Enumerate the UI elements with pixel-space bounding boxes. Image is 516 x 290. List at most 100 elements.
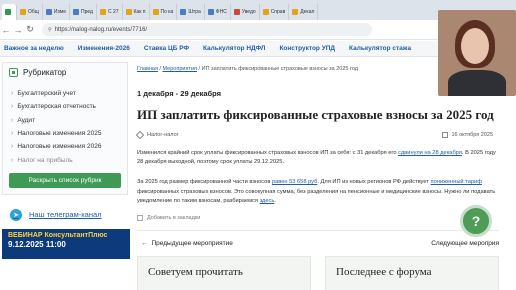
amount-link[interactable]: равен 53 658 руб [272, 179, 317, 185]
publish-date: 16 октября 2025 [442, 132, 493, 138]
chevron-right-icon: › [11, 116, 14, 124]
next-event-link[interactable]: Следующее мероприя [431, 238, 499, 248]
rubric-item-reporting[interactable]: › Бухгалтерская отчетность [9, 100, 121, 113]
tab-label: По ка [160, 9, 174, 15]
here-link[interactable]: здесь [260, 198, 275, 204]
text-fragment: . Для ИП из новых регионов РФ действует [317, 179, 431, 186]
browser-tab[interactable]: Как п [123, 4, 150, 20]
browser-tab[interactable]: Уведо [231, 4, 260, 20]
catalog-icon [9, 68, 18, 77]
rubric-item-accounting[interactable]: › Бухгалтерский учет [9, 87, 121, 100]
browser-tab[interactable]: С 27 [97, 4, 123, 20]
favicon-icon [292, 9, 299, 15]
breadcrumb-events[interactable]: Мероприятия [163, 66, 197, 72]
help-button[interactable]: ? [460, 205, 492, 237]
favicon-icon [99, 9, 106, 15]
main-content: Главная / Мероприятия / ИП заплатить фик… [135, 66, 499, 290]
browser-tab-active[interactable] [2, 4, 17, 20]
url-text: https://nalog-nalog.ru/events/7716/ [54, 26, 148, 33]
favicon-icon [207, 9, 214, 15]
browser-tab[interactable]: Общ [17, 4, 43, 20]
deadline-moved-link[interactable]: сдвинули на 28 декабря [398, 150, 462, 156]
text-fragment: За 2025 год размер фиксированной части в… [137, 179, 272, 186]
text-fragment: . [274, 197, 276, 204]
rubric-label: Бухгалтерская отчетность [17, 103, 96, 111]
breadcrumb-separator: / [198, 66, 201, 72]
favicon-icon [262, 9, 269, 15]
browser-tab[interactable]: По ка [150, 4, 178, 20]
favicon-icon [5, 9, 11, 15]
browser-tab[interactable]: Справ [260, 4, 290, 20]
reload-icon[interactable]: ↻ [24, 24, 36, 35]
page: Общ Изме Пред С 27 Как п По ка Штра ФНС … [0, 0, 516, 290]
topnav-link-seniority-calculator[interactable]: Калькулятор стажа [349, 45, 411, 52]
browser-tab[interactable]: Изме [43, 4, 70, 20]
rubric-label: Бухгалтерский учет [17, 90, 76, 98]
back-arrow-icon[interactable]: ← [0, 25, 12, 35]
tab-label: Пред [80, 9, 93, 15]
article-tag[interactable]: Налог-налог [135, 130, 179, 140]
page-title: ИП заплатить фиксированные страховые взн… [137, 107, 494, 122]
topnav-link-changes-2026[interactable]: Изменения-2026 [78, 45, 130, 52]
recommended-reading-card: Советуем прочитать [137, 256, 311, 290]
tag-label: Налог-налог [147, 132, 179, 138]
rubric-label: Аудит [17, 116, 36, 124]
bottom-cards: Советуем прочитать Последнее с форума [137, 256, 499, 290]
tab-label: Как п [133, 9, 146, 15]
chevron-right-icon: › [11, 90, 14, 98]
divider [137, 230, 499, 232]
forum-latest-card: Последнее с форума [325, 256, 499, 290]
event-pagination: ← Предыдущее мероприятие Следующее меропр… [137, 238, 499, 248]
arrow-left-icon: ← [141, 239, 148, 247]
previous-event-link[interactable]: ← Предыдущее мероприятие [137, 238, 233, 248]
rubric-item-tax-changes-2026[interactable]: › Налоговые изменения 2026 [9, 140, 121, 153]
bookmark-checkbox[interactable] [137, 215, 143, 222]
rubric-item-audit[interactable]: › Аудит [9, 114, 121, 127]
article-paragraph-2: За 2025 год размер фиксированной части в… [137, 178, 499, 206]
rubric-item-profit-tax[interactable]: › Налог на прибыль [9, 153, 121, 166]
rubric-item-tax-changes-2025[interactable]: › Налоговые изменения 2025 [9, 127, 121, 140]
presenter-body [448, 70, 506, 96]
breadcrumb-home[interactable]: Главная [137, 66, 158, 72]
telegram-label: Наш телеграм-канал [29, 210, 102, 220]
favicon-icon [45, 9, 52, 15]
browser-tab[interactable]: Штра [177, 4, 205, 20]
topnav-link-important[interactable]: Важное за неделю [4, 45, 64, 52]
rubric-label: Налоговые изменения 2026 [17, 143, 102, 151]
breadcrumb-separator: / [159, 66, 161, 72]
browser-tab[interactable]: Пред [70, 4, 97, 20]
site-info-icon[interactable]: ⚲ [48, 27, 52, 33]
tag-icon [135, 130, 145, 140]
webinar-date: 9.12.2025 11:00 [8, 239, 66, 249]
topnav-link-ndfl-calculator[interactable]: Калькулятор НДФЛ [203, 45, 265, 52]
rubricator-header: Рубрикатор [9, 68, 121, 77]
browser-tab[interactable]: ФНС [205, 4, 231, 20]
tab-label: Уведо [241, 9, 256, 15]
tab-label: С 27 [107, 9, 119, 15]
chevron-right-icon: › [11, 143, 14, 151]
presenter-webcam [438, 10, 516, 96]
favicon-icon [125, 9, 132, 15]
add-to-bookmarks[interactable]: Добавить в закладки [137, 215, 499, 222]
text-fragment: фиксированных страховых взносов. Это сов… [137, 188, 496, 204]
rubric-label: Налоговые изменения 2025 [17, 130, 102, 138]
topnav-link-cb-rate[interactable]: Ставка ЦБ РФ [144, 45, 189, 52]
tab-label: Декал [300, 9, 315, 15]
tab-label: Справ [270, 9, 286, 15]
topnav-link-upd-constructor[interactable]: Конструктор УПД [279, 45, 335, 52]
browser-tab[interactable]: Декал [289, 4, 319, 20]
favicon-icon [233, 9, 240, 15]
calendar-icon [442, 132, 449, 138]
tab-label: Общ [28, 9, 39, 15]
bookmark-label: Добавить в закладки [147, 215, 201, 222]
text-fragment: Изменился крайний срок уплаты фиксирован… [137, 150, 399, 156]
telegram-link[interactable]: ➤ Наш телеграм-канал [2, 208, 128, 221]
previous-event-label: Предыдущее мероприятие [151, 239, 233, 247]
chevron-right-icon: › [11, 103, 14, 111]
forward-arrow-icon[interactable]: → [12, 25, 24, 35]
url-input[interactable]: ⚲ https://nalog-nalog.ru/events/7716/ [42, 23, 372, 36]
reduced-tariff-link[interactable]: пониженный тариф [431, 179, 482, 185]
expand-rubrics-button[interactable]: Раскрыть список рубрик [9, 172, 121, 188]
webinar-banner[interactable]: ВЕБИНАР КонсультантПлюс 9.12.2025 11:00 [2, 228, 130, 259]
tab-label: Изме [53, 9, 66, 15]
